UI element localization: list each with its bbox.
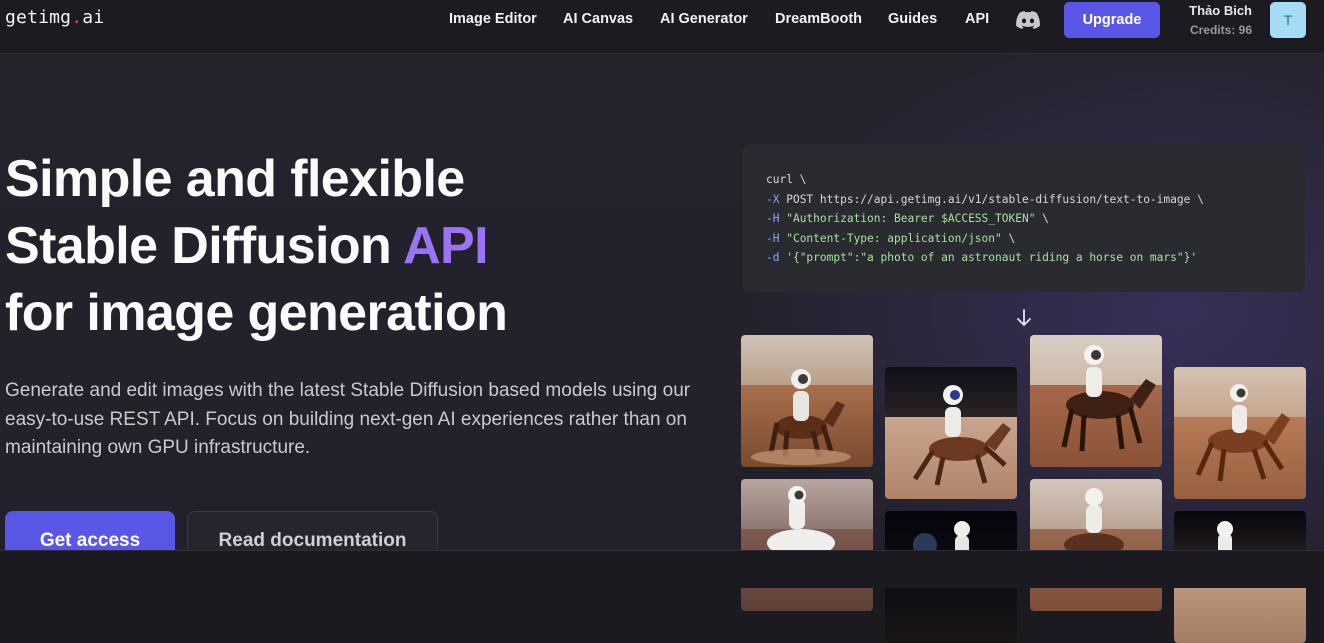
generated-image-7[interactable]	[1030, 479, 1162, 611]
code-line-3: -H "Authorization: Bearer $ACCESS_TOKEN"…	[766, 212, 1049, 225]
hero-title-line-1: Simple and flexible	[5, 150, 465, 208]
nav-link-guides[interactable]: Guides	[888, 11, 937, 27]
nav-link-api[interactable]: API	[965, 11, 989, 27]
nav-link-ai-canvas[interactable]: AI Canvas	[563, 11, 633, 27]
hero-title-line-3: for image generation	[5, 284, 508, 342]
code-sample: curl \ -X POST https://api.getimg.ai/v1/…	[742, 144, 1305, 292]
code-line-1: curl \	[766, 173, 807, 186]
generated-image-2[interactable]	[885, 367, 1017, 499]
logo[interactable]: getimg.ai	[5, 7, 104, 28]
generated-image-3[interactable]	[1030, 335, 1162, 467]
code-line-4: -H "Content-Type: application/json" \	[766, 231, 1016, 245]
code-line-2: -X POST https://api.getimg.ai/v1/stable-…	[766, 192, 1204, 206]
nav-link-ai-generator[interactable]: AI Generator	[660, 11, 748, 27]
nav-link-image-editor[interactable]: Image Editor	[449, 11, 537, 27]
upgrade-button[interactable]: Upgrade	[1064, 2, 1160, 38]
generated-image-4[interactable]	[1174, 367, 1306, 499]
bottom-bar	[0, 550, 1324, 588]
code-line-5: -d '{"prompt":"a photo of an astronaut r…	[766, 251, 1198, 264]
arrow-down-icon	[1017, 309, 1031, 326]
avatar[interactable]: T	[1270, 2, 1306, 38]
user-credits: Credits: 96	[1189, 23, 1252, 37]
generated-image-5[interactable]	[741, 479, 873, 611]
nav-link-dreambooth[interactable]: DreamBooth	[775, 11, 862, 27]
discord-icon[interactable]	[1016, 11, 1040, 29]
user-name: Thảo Bich	[1189, 3, 1252, 18]
hero-description: Generate and edit images with the latest…	[5, 380, 691, 458]
hero-title-line-2: Stable Diffusion API	[5, 217, 489, 275]
top-navigation: getimg.ai Image Editor AI Canvas AI Gene…	[0, 0, 1324, 54]
generated-image-1[interactable]	[741, 335, 873, 467]
hero-title-accent: API	[403, 217, 488, 275]
hero-title: Simple and flexible Stable Diffusion API…	[5, 146, 508, 347]
